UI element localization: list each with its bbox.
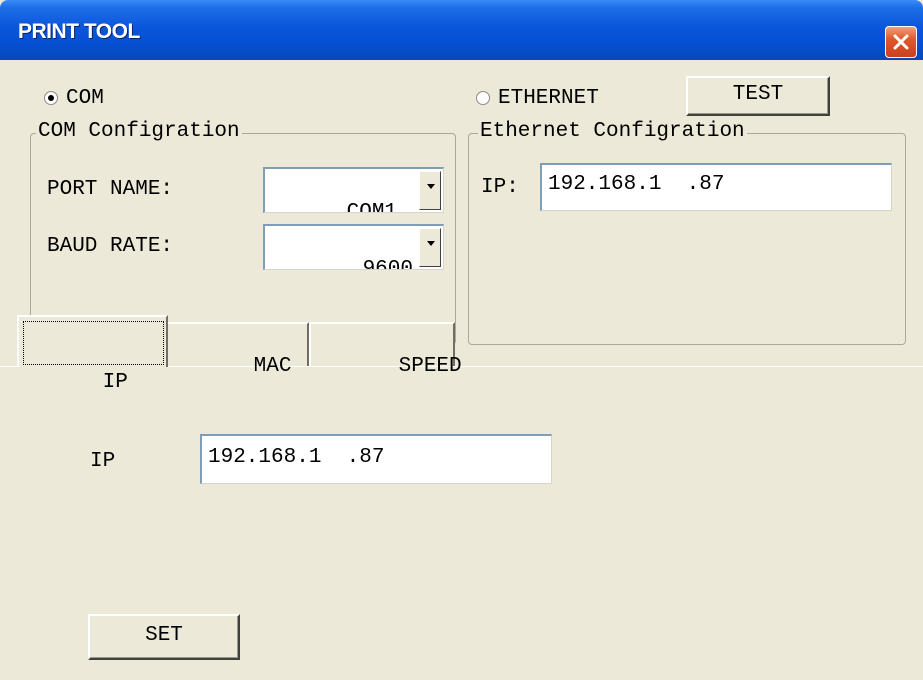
set-button[interactable]: SET [88, 614, 240, 660]
com-radio[interactable] [44, 91, 58, 105]
ethernet-config-title: Ethernet Configration [478, 120, 747, 144]
print-tool-window: PRINT TOOL COM ETHERNET TEST COM Configr… [0, 0, 923, 680]
ethernet-ip-field[interactable]: 192.168.1 .87 [540, 163, 892, 211]
port-name-value: COM1 [346, 201, 398, 213]
title-bar[interactable]: PRINT TOOL [0, 0, 923, 60]
tab-ip-label: IP [102, 371, 128, 394]
test-button[interactable]: TEST [686, 76, 830, 116]
chevron-down-icon [427, 184, 435, 189]
tab-speed[interactable]: SPEED [309, 322, 462, 378]
tab-speed-label: SPEED [398, 355, 462, 378]
port-dropdown-button[interactable] [419, 171, 441, 210]
tab-ip[interactable]: IP [17, 315, 168, 394]
window-title: PRINT TOOL [18, 20, 140, 43]
baud-rate-value: 9600 [362, 258, 413, 270]
tab-mac-label: MAC [253, 355, 292, 378]
baud-rate-label: BAUD RATE: [47, 235, 174, 258]
tab-mac[interactable]: MAC [168, 322, 309, 378]
baud-rate-combo[interactable]: 9600 [263, 224, 444, 270]
com-config-title: COM Configration [36, 120, 242, 144]
port-name-combo[interactable]: COM1 [263, 167, 444, 213]
baud-dropdown-button[interactable] [419, 228, 441, 267]
dialog-body: COM ETHERNET TEST COM Configration PORT … [0, 60, 923, 680]
close-button[interactable] [885, 26, 917, 58]
chevron-down-icon [427, 241, 435, 246]
ip-address-field[interactable]: 192.168.1 .87 [200, 434, 552, 484]
ethernet-radio-label[interactable]: ETHERNET [498, 87, 599, 110]
ip-label: IP [90, 450, 116, 473]
port-name-label: PORT NAME: [47, 178, 174, 201]
ethernet-radio[interactable] [476, 91, 490, 105]
com-radio-label[interactable]: COM [66, 87, 104, 110]
radio-selected-dot [48, 95, 54, 101]
tab-focus-rect [23, 321, 164, 365]
close-icon [893, 34, 909, 50]
ethernet-ip-label: IP: [481, 176, 519, 199]
